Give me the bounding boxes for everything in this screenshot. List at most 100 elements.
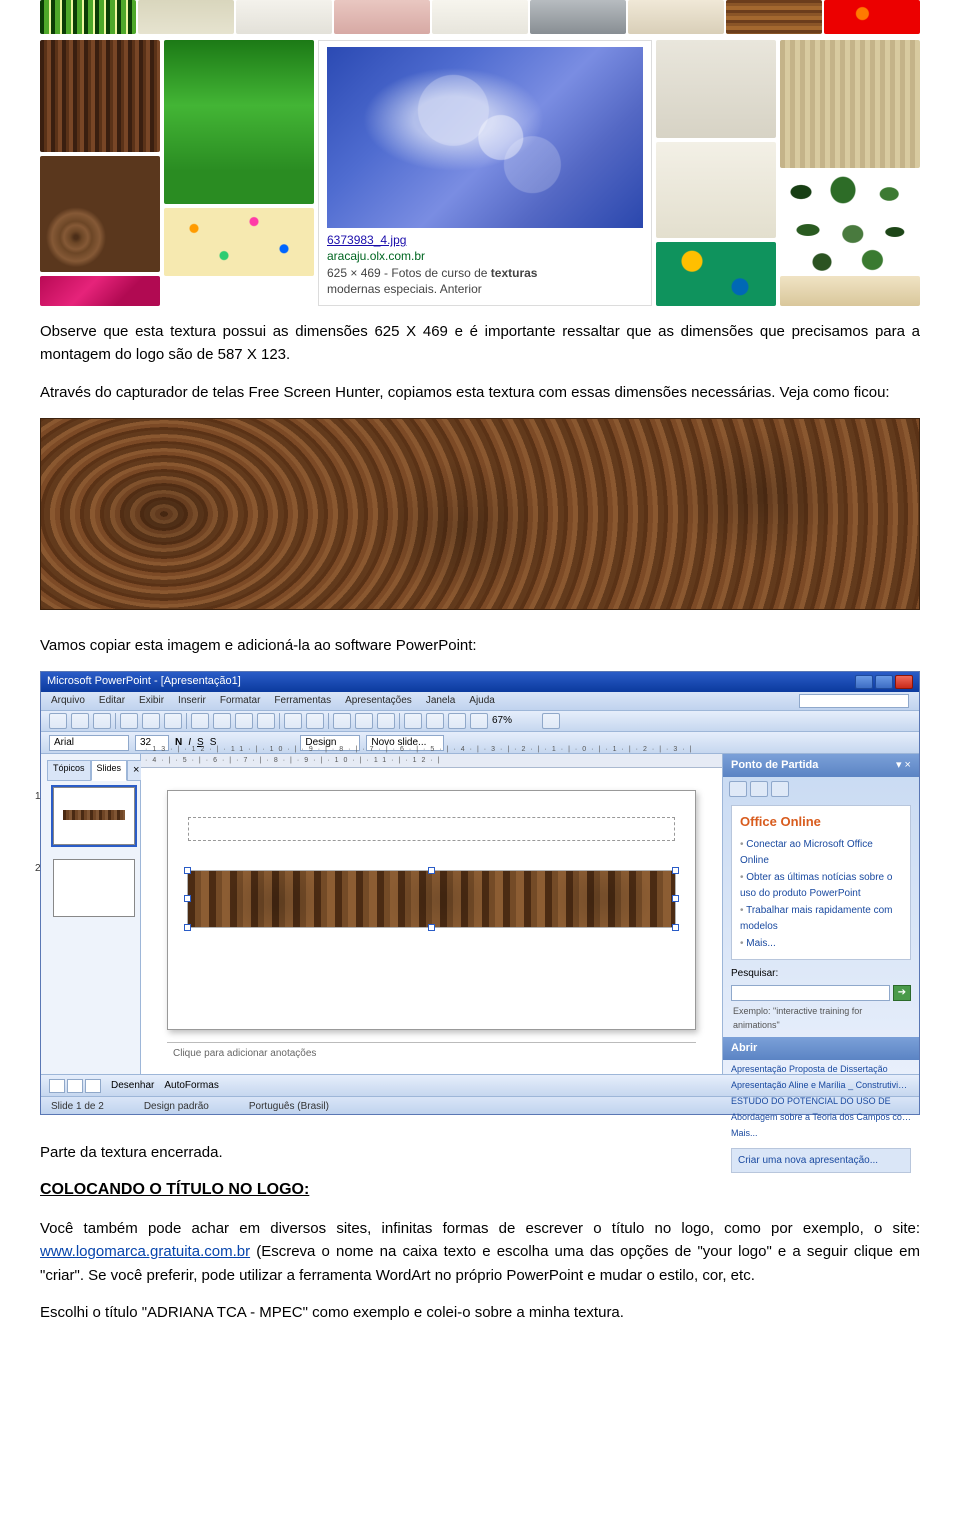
office-link-1[interactable]: Obter as últimas notícias sobre o uso do… (740, 869, 902, 902)
resize-handle[interactable] (672, 867, 679, 874)
thumb-strawberry (824, 0, 920, 34)
tile-cotton (656, 142, 776, 238)
pp-task-pane: Ponto de Partida ▾ × Office Online Conec… (723, 754, 919, 1074)
notes-pane[interactable]: Clique para adicionar anotações (167, 1042, 696, 1064)
preview-host: aracaju.olx.com.br (327, 249, 425, 263)
slide-thumb-1[interactable] (53, 787, 135, 845)
nav-home-icon[interactable] (771, 781, 789, 797)
nav-back-icon[interactable] (729, 781, 747, 797)
slide-canvas[interactable] (167, 790, 696, 1030)
spellcheck-icon[interactable] (164, 713, 182, 729)
chart-icon[interactable] (333, 713, 351, 729)
help-icon[interactable] (542, 713, 560, 729)
resize-handle[interactable] (428, 867, 435, 874)
close-button[interactable] (895, 675, 913, 689)
office-online-box: Office Online Conectar ao Microsoft Offi… (731, 805, 911, 960)
pp-standard-toolbar: 67% (41, 710, 919, 732)
format-painter-icon[interactable] (257, 713, 275, 729)
pp-window-controls (855, 675, 913, 689)
save-icon[interactable] (93, 713, 111, 729)
show-formatting-icon[interactable] (426, 713, 444, 729)
office-online-logo: Office Online (740, 812, 902, 832)
pp-slide-panel: Tópicos Slides × 1 2 (41, 754, 141, 1074)
expand-icon[interactable] (404, 713, 422, 729)
recent-2[interactable]: ESTUDO DO POTENCIAL DO USO DE (731, 1094, 911, 1110)
menu-janela[interactable]: Janela (426, 693, 455, 709)
color-icon[interactable] (470, 713, 488, 729)
paragraph-5: Você também pode achar em diversos sites… (40, 1217, 920, 1287)
recent-0[interactable]: Apresentação Proposta de Dissertação (731, 1062, 911, 1078)
menu-formatar[interactable]: Formatar (220, 693, 261, 709)
resize-handle[interactable] (428, 924, 435, 931)
preview-dims: 625 × 469 - Fotos de curso de texturas (327, 266, 537, 280)
help-question-box[interactable] (799, 694, 909, 708)
thumb-pink (334, 0, 430, 34)
maximize-button[interactable] (875, 675, 893, 689)
paragraph-3: Vamos copiar esta imagem e adicioná-la a… (40, 634, 920, 657)
zoom-select[interactable]: 67% (492, 713, 538, 729)
recent-3[interactable]: Abordagem sobre a Teoria dos Campos conc… (731, 1110, 911, 1126)
redo-icon[interactable] (306, 713, 324, 729)
inserted-texture-image[interactable] (188, 871, 675, 927)
pp-panel-tabs: Tópicos Slides × (47, 760, 134, 781)
view-normal-icon[interactable] (49, 1079, 65, 1093)
tab-slides[interactable]: Slides (91, 760, 128, 781)
resize-handle[interactable] (184, 867, 191, 874)
thumb-slate (530, 0, 626, 34)
status-design: Design padrão (144, 1099, 209, 1112)
preview-icon[interactable] (142, 713, 160, 729)
menu-arquivo[interactable]: Arquivo (51, 693, 85, 709)
menu-exibir[interactable]: Exibir (139, 693, 164, 709)
cut-icon[interactable] (191, 713, 209, 729)
tile-brown-vertical (40, 40, 160, 152)
preview-filename[interactable]: 6373983_4.jpg (327, 233, 406, 247)
resize-handle[interactable] (184, 924, 191, 931)
undo-icon[interactable] (284, 713, 302, 729)
table-icon[interactable] (355, 713, 373, 729)
tile-beige-vertical (780, 40, 920, 168)
view-sorter-icon[interactable] (67, 1079, 83, 1093)
logomarca-link[interactable]: www.logomarca.gratuita.com.br (40, 1243, 250, 1260)
font-name-select[interactable]: Arial (49, 735, 129, 751)
menu-ferramentas[interactable]: Ferramentas (274, 693, 331, 709)
draw-menu[interactable]: Desenhar (111, 1078, 154, 1094)
office-link-3[interactable]: Mais... (740, 935, 902, 953)
menu-inserir[interactable]: Inserir (178, 693, 206, 709)
open-icon[interactable] (71, 713, 89, 729)
menu-apresentacoes[interactable]: Apresentações (345, 693, 412, 709)
nav-forward-icon[interactable] (750, 781, 768, 797)
pp-window-title: Microsoft PowerPoint - [Apresentação1] (47, 673, 241, 690)
title-placeholder[interactable] (188, 817, 675, 841)
search-go-icon[interactable]: ➔ (893, 985, 911, 1001)
recent-more[interactable]: Mais... (731, 1126, 911, 1142)
slide-thumb-2[interactable] (53, 859, 135, 917)
captured-wood-texture (40, 418, 920, 610)
minimize-button[interactable] (855, 675, 873, 689)
office-link-0[interactable]: Conectar ao Microsoft Office Online (740, 836, 902, 869)
grid-icon[interactable] (448, 713, 466, 729)
new-presentation-link[interactable]: Criar uma nova apresentação... (731, 1148, 911, 1174)
close-taskpane-icon[interactable]: ▾ × (896, 757, 911, 774)
new-icon[interactable] (49, 713, 67, 729)
status-slide: Slide 1 de 2 (51, 1099, 104, 1112)
print-icon[interactable] (120, 713, 138, 729)
office-search-input[interactable] (731, 985, 890, 1001)
menu-editar[interactable]: Editar (99, 693, 125, 709)
menu-ajuda[interactable]: Ajuda (469, 693, 495, 709)
paste-icon[interactable] (235, 713, 253, 729)
paragraph-6: Escolhi o título "ADRIANA TCA - MPEC" co… (40, 1301, 920, 1324)
tab-topics[interactable]: Tópicos (47, 760, 91, 781)
tile-brown-swirl (40, 156, 160, 272)
copy-icon[interactable] (213, 713, 231, 729)
thumb-cream (138, 0, 234, 34)
resize-handle[interactable] (672, 895, 679, 902)
resize-handle[interactable] (672, 924, 679, 931)
search-example: Exemplo: "interactive training for anima… (733, 1005, 909, 1033)
recent-1[interactable]: Apresentação Aline e Marília _ Construti… (731, 1078, 911, 1094)
recent-files: Apresentação Proposta de Dissertação Apr… (731, 1062, 911, 1142)
view-slideshow-icon[interactable] (85, 1079, 101, 1093)
autoshapes-menu[interactable]: AutoFormas (164, 1078, 218, 1094)
hyperlink-icon[interactable] (377, 713, 395, 729)
office-link-2[interactable]: Trabalhar mais rapidamente com modelos (740, 902, 902, 935)
resize-handle[interactable] (184, 895, 191, 902)
